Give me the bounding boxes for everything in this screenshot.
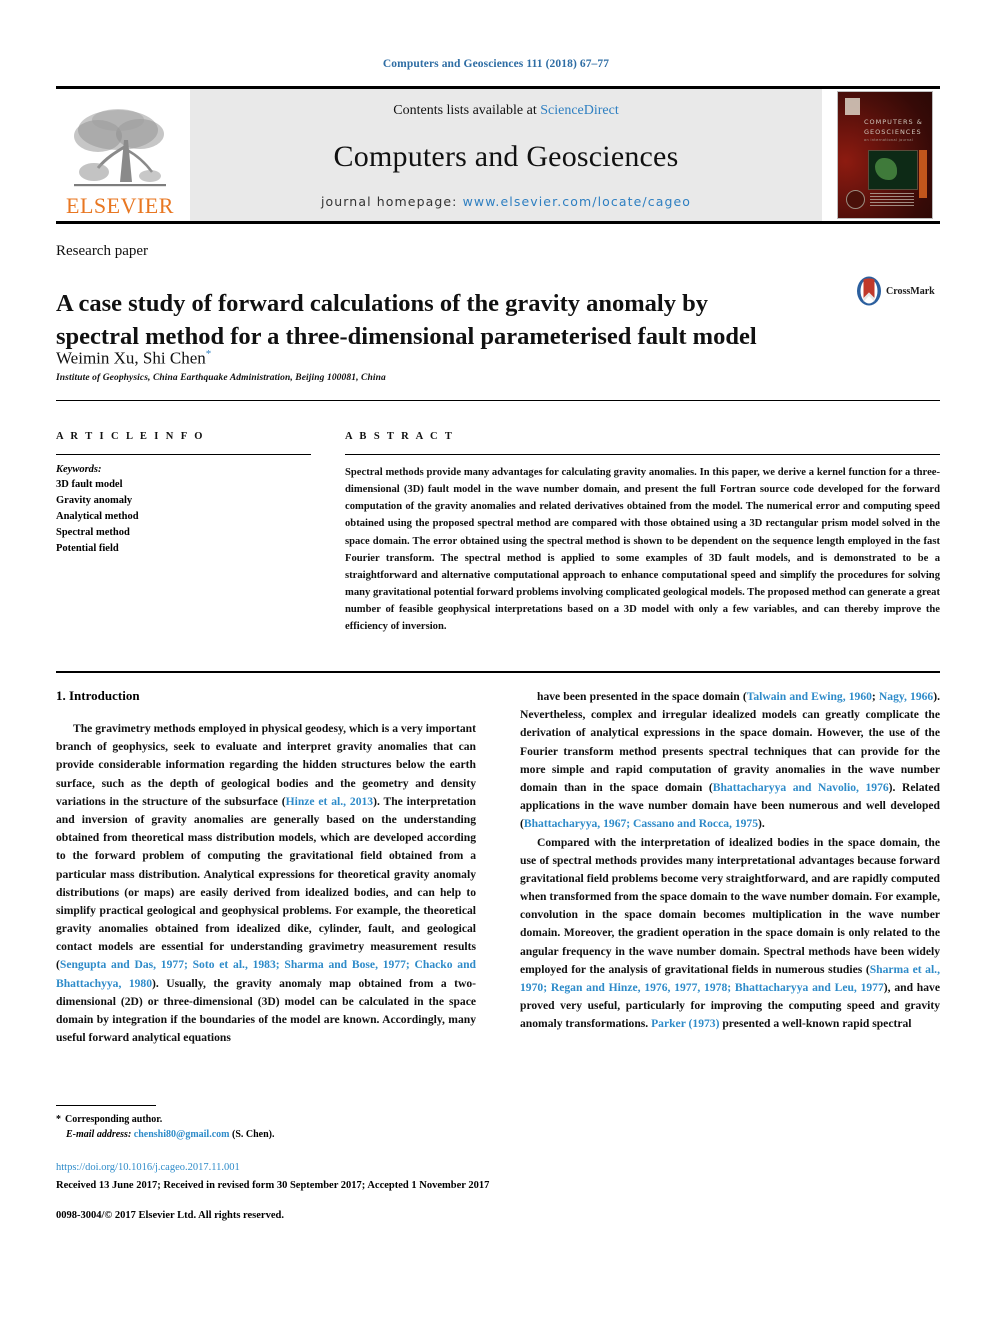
doi-link[interactable]: https://doi.org/10.1016/j.cageo.2017.11.… bbox=[56, 1160, 616, 1175]
article-info-column: A R T I C L E I N F O Keywords: 3D fault… bbox=[56, 431, 311, 636]
received-dates: Received 13 June 2017; Received in revis… bbox=[56, 1180, 490, 1192]
corresponding-author-text: Corresponding author. bbox=[65, 1114, 163, 1125]
cover-subtitle: an international journal bbox=[864, 138, 914, 142]
author-list: Weimin Xu, Shi Chen* bbox=[56, 348, 211, 369]
keywords-label: Keywords: bbox=[56, 464, 102, 475]
body-column-left: 1. Introduction The gravimetry methods e… bbox=[56, 688, 476, 1047]
paragraph: have been presented in the space domain … bbox=[520, 690, 940, 831]
abstract-column: A B S T R A C T Spectral methods provide… bbox=[345, 431, 940, 636]
email-note: E-mail address: chenshi80@gmail.com (S. … bbox=[56, 1127, 476, 1142]
cover-footer-text-block bbox=[870, 193, 914, 207]
body-columns: 1. Introduction The gravimetry methods e… bbox=[56, 688, 940, 1047]
citation-link[interactable]: Parker (1973) bbox=[651, 1017, 719, 1030]
cover-inset-image bbox=[868, 150, 918, 190]
paper-page: Computers and Geosciences 111 (2018) 67–… bbox=[0, 0, 992, 1323]
paragraph: The gravimetry methods employed in physi… bbox=[56, 722, 477, 1045]
email-label: E-mail address: bbox=[66, 1129, 132, 1140]
doi-block: https://doi.org/10.1016/j.cageo.2017.11.… bbox=[56, 1160, 616, 1193]
keyword-item: Spectral method bbox=[56, 526, 130, 538]
footnote-divider bbox=[56, 1105, 156, 1106]
elsevier-logo: ELSEVIER bbox=[56, 89, 184, 221]
corresponding-author-marker: * bbox=[205, 348, 212, 360]
cover-badge-icon bbox=[845, 98, 860, 115]
keyword-item: Analytical method bbox=[56, 510, 139, 522]
journal-cover-thumbnail: COMPUTERS & GEOSCIENCES an international… bbox=[830, 89, 940, 221]
abstract-divider bbox=[345, 454, 940, 455]
article-info-abstract-block: A R T I C L E I N F O Keywords: 3D fault… bbox=[56, 400, 940, 636]
cover-title-line2: GEOSCIENCES bbox=[864, 127, 922, 136]
corresponding-author-note: * Corresponding author. bbox=[56, 1112, 476, 1127]
footnote-star-marker: * bbox=[56, 1114, 61, 1125]
abstract-heading: A B S T R A C T bbox=[345, 431, 455, 442]
cover-title-line1: COMPUTERS & bbox=[864, 118, 923, 126]
elsevier-tree-icon bbox=[74, 109, 166, 187]
body-column-right: have been presented in the space domain … bbox=[520, 688, 940, 1047]
abstract-bottom-rule bbox=[56, 671, 940, 673]
citation-link[interactable]: Hinze et al., 2013 bbox=[286, 795, 374, 808]
cover-seal-icon bbox=[846, 190, 865, 209]
contents-prefix: Contents lists available at bbox=[393, 103, 541, 118]
citation-link[interactable]: Sengupta and Das, 1977; Soto et al., 198… bbox=[56, 958, 476, 989]
journal-title: Computers and Geosciences bbox=[333, 139, 679, 173]
crossmark-icon bbox=[857, 276, 881, 306]
citation-link[interactable]: Bhattacharyya, 1967; Cassano and Rocca, … bbox=[524, 817, 758, 830]
citation-link[interactable]: Bhattacharyya and Navolio, 1976 bbox=[713, 781, 889, 794]
contents-lists-line: Contents lists available at ScienceDirec… bbox=[393, 103, 619, 119]
email-link[interactable]: chenshi80@gmail.com bbox=[134, 1129, 230, 1140]
citation-link[interactable]: Nagy, 1966 bbox=[879, 690, 933, 703]
paragraph: Compared with the interpretation of idea… bbox=[520, 835, 940, 1031]
article-info-divider bbox=[56, 454, 311, 455]
journal-cover-image: COMPUTERS & GEOSCIENCES an international… bbox=[837, 91, 933, 219]
homepage-prefix: journal homepage: bbox=[320, 194, 463, 209]
email-owner: (S. Chen). bbox=[231, 1129, 275, 1140]
author-names: Weimin Xu, Shi Chen bbox=[56, 348, 206, 368]
elsevier-wordmark: ELSEVIER bbox=[66, 193, 174, 218]
crossmark-label: CrossMark bbox=[886, 285, 935, 297]
sciencedirect-link[interactable]: ScienceDirect bbox=[540, 103, 619, 118]
crossmark-badge[interactable]: CrossMark bbox=[856, 276, 935, 306]
copyright-line: 0098-3004/© 2017 Elsevier Ltd. All right… bbox=[56, 1210, 284, 1221]
keyword-item: 3D fault model bbox=[56, 479, 123, 490]
article-type-label: Research paper bbox=[56, 243, 149, 259]
cover-spine-band bbox=[919, 150, 927, 198]
journal-masthead: ELSEVIER Contents lists available at Sci… bbox=[56, 86, 940, 224]
affiliation: Institute of Geophysics, China Earthquak… bbox=[56, 373, 386, 383]
keyword-item: Potential field bbox=[56, 542, 119, 554]
keyword-item: Gravity anomaly bbox=[56, 494, 133, 506]
citation-link[interactable]: Talwain and Ewing, 1960 bbox=[747, 690, 872, 703]
running-head: Computers and Geosciences 111 (2018) 67–… bbox=[382, 58, 610, 70]
article-info-heading: A R T I C L E I N F O bbox=[56, 431, 205, 442]
footnote-block: * Corresponding author. E-mail address: c… bbox=[56, 1105, 476, 1142]
page-title: A case study of forward calculations of … bbox=[56, 290, 757, 350]
masthead-center: Contents lists available at ScienceDirec… bbox=[190, 89, 822, 221]
abstract-text: Spectral methods provide many advantages… bbox=[345, 467, 940, 633]
journal-homepage-line: journal homepage: www.elsevier.com/locat… bbox=[321, 194, 691, 209]
section-heading-introduction: 1. Introduction bbox=[56, 688, 140, 703]
citation-link[interactable]: Sharma et al., 1970; Regan and Hinze, 19… bbox=[520, 963, 940, 994]
homepage-url-link[interactable]: www.elsevier.com/locate/cageo bbox=[463, 194, 691, 209]
cover-title: COMPUTERS & GEOSCIENCES bbox=[864, 118, 924, 138]
